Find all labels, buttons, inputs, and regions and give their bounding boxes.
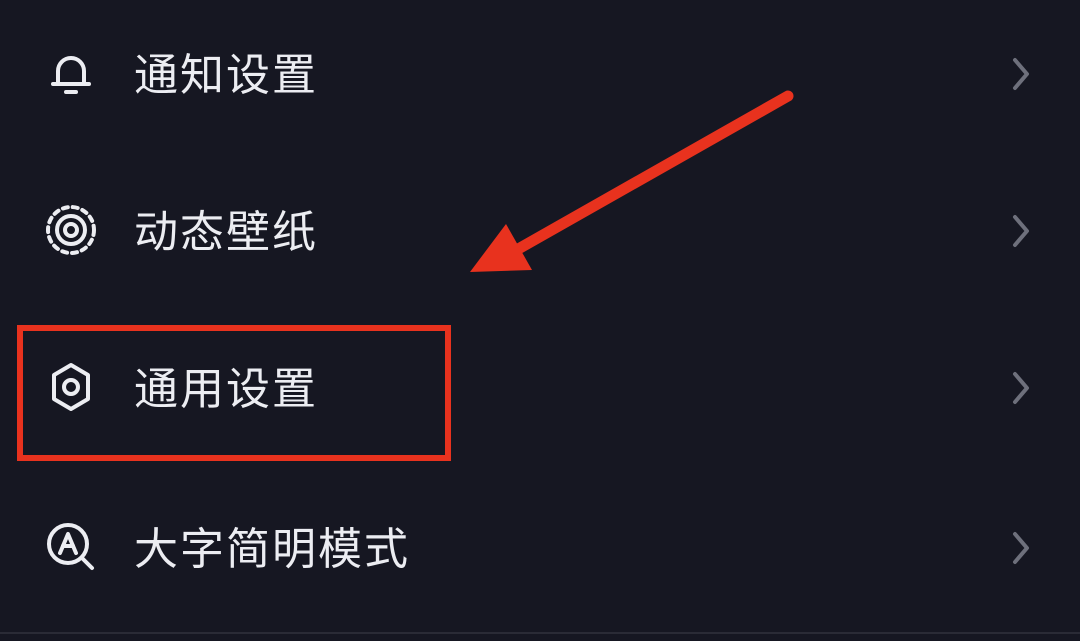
gear-icon xyxy=(44,360,98,414)
chevron-right-icon xyxy=(1005,211,1035,251)
menu-item-large-font[interactable]: 大字简明模式 xyxy=(0,468,1080,618)
settings-screen: 通知设置 动态壁纸 通用设置 大字简明模式 xyxy=(0,0,1080,641)
chevron-right-icon xyxy=(1005,528,1035,568)
chevron-right-icon xyxy=(1005,54,1035,94)
wallpaper-ring-icon xyxy=(44,203,98,257)
chevron-right-icon xyxy=(1005,368,1035,408)
menu-item-label: 通用设置 xyxy=(134,364,318,415)
menu-item-label: 动态壁纸 xyxy=(134,207,318,258)
menu-item-general[interactable]: 通用设置 xyxy=(0,312,1080,462)
bell-icon xyxy=(44,46,98,100)
menu-item-notifications[interactable]: 通知设置 xyxy=(0,0,1080,150)
menu-item-live-wallpaper[interactable]: 动态壁纸 xyxy=(0,155,1080,305)
font-magnifier-icon xyxy=(44,520,98,574)
menu-item-label: 大字简明模式 xyxy=(134,524,410,575)
bottom-divider xyxy=(0,632,1080,634)
menu-item-label: 通知设置 xyxy=(134,50,318,101)
